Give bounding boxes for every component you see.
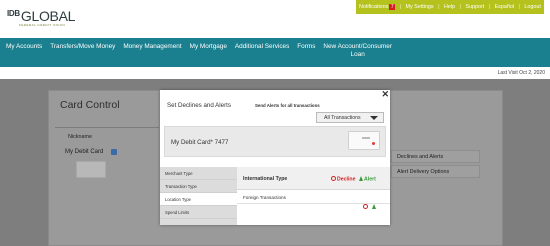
card-thumbnail bbox=[76, 161, 106, 178]
tab-spend-limits[interactable]: Spend Limits bbox=[160, 206, 237, 219]
alert-icon bbox=[359, 176, 363, 181]
selected-card: My Debit Card* 7477 bbox=[164, 126, 386, 157]
alert-icon bbox=[372, 203, 376, 209]
brand-logo[interactable]: IDBGLOBAL FEDERAL CREDIT UNION bbox=[7, 8, 75, 27]
nav-transfers[interactable]: Transfers/Move Money bbox=[46, 43, 119, 51]
nav-my-accounts[interactable]: My Accounts bbox=[0, 43, 46, 51]
alert-all-toggle[interactable]: Alert bbox=[359, 176, 376, 183]
decline-icon bbox=[363, 203, 368, 209]
transaction-filter-select[interactable]: All Transactions bbox=[316, 112, 384, 123]
main-nav: My Accounts Transfers/Move Money Money M… bbox=[0, 38, 550, 67]
decline-icon bbox=[331, 176, 336, 181]
delivery-options-button[interactable]: Alert Delivery Options bbox=[391, 165, 480, 178]
alert-toggle[interactable] bbox=[372, 195, 377, 213]
decline-toggle[interactable] bbox=[363, 195, 369, 213]
last-visit-text: Last Visit Oct 2, 2020 bbox=[497, 70, 545, 76]
tab-location-type[interactable]: Location Type bbox=[160, 193, 237, 206]
support-link[interactable]: Support bbox=[465, 4, 484, 10]
section-title: International Type bbox=[243, 176, 288, 182]
card-nickname: My Debit Card bbox=[65, 149, 104, 155]
nav-money-management[interactable]: Money Management bbox=[119, 43, 185, 51]
section-header: International Type Decline Alert bbox=[237, 167, 390, 190]
send-alerts-label: Send Alerts for all transactions bbox=[255, 103, 320, 108]
logo-name: GLOBAL bbox=[20, 8, 76, 24]
edit-icon[interactable] bbox=[111, 149, 117, 155]
help-link[interactable]: Help bbox=[444, 4, 455, 10]
location-pane: International Type Decline Alert Foreign… bbox=[237, 167, 390, 225]
nav-additional-services[interactable]: Additional Services bbox=[231, 43, 293, 51]
site-header: IDBGLOBAL FEDERAL CREDIT UNION Notificat… bbox=[0, 0, 550, 38]
page-title: Card Control bbox=[60, 99, 120, 111]
notification-count-badge: 7 bbox=[389, 4, 396, 10]
logo-prefix: IDB bbox=[7, 9, 20, 18]
logout-link[interactable]: Logout bbox=[524, 4, 541, 10]
notifications-link[interactable]: Notifications 7 bbox=[359, 4, 396, 10]
tab-transaction-type[interactable]: Transaction Type bbox=[160, 180, 237, 193]
control-type-tabs: Merchant Type Transaction Type Location … bbox=[160, 167, 237, 225]
list-item: Foreign Transactions bbox=[237, 190, 390, 209]
row-label: Foreign Transactions bbox=[243, 195, 286, 200]
declines-alerts-modal: ✕ Set Declines and Alerts Send Alerts fo… bbox=[160, 89, 390, 225]
nav-new-account[interactable]: New Account/Consumer Loan bbox=[319, 43, 396, 59]
chevron-down-icon bbox=[370, 116, 378, 120]
my-settings-link[interactable]: My Settings bbox=[405, 4, 433, 10]
nav-forms[interactable]: Forms bbox=[293, 43, 319, 51]
title-divider bbox=[55, 127, 159, 128]
nav-my-mortgage[interactable]: My Mortgage bbox=[186, 43, 231, 51]
declines-alerts-button[interactable]: Declines and Alerts bbox=[391, 150, 480, 163]
tab-merchant-type[interactable]: Merchant Type bbox=[160, 167, 237, 180]
card-label: My Debit Card* 7477 bbox=[171, 139, 229, 146]
modal-title: Set Declines and Alerts bbox=[167, 102, 231, 109]
espanol-link[interactable]: Español bbox=[495, 4, 514, 10]
close-icon[interactable]: ✕ bbox=[381, 89, 389, 100]
nickname-header: Nickname bbox=[68, 134, 92, 140]
decline-all-toggle[interactable]: Decline bbox=[331, 176, 355, 183]
utility-bar: Notifications 7 | My Settings | Help | Su… bbox=[356, 0, 544, 14]
card-image bbox=[348, 131, 380, 150]
